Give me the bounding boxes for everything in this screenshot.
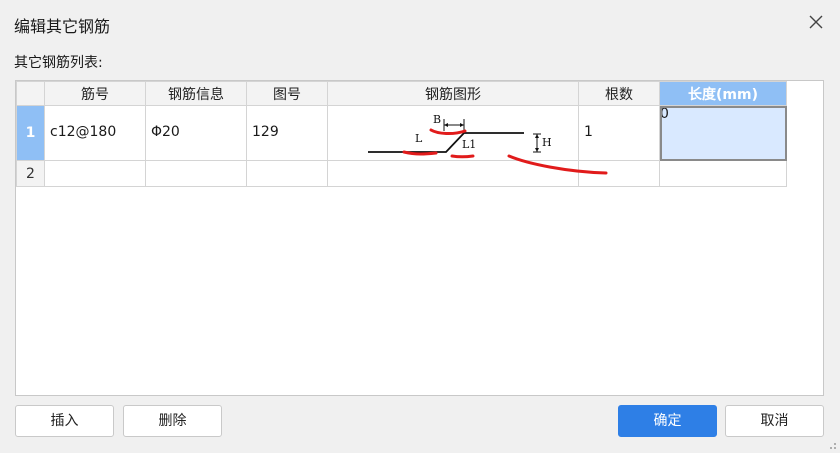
close-icon[interactable]	[808, 14, 824, 30]
table-row: 1 c12@180 Φ20 129 B L L1 H 1 0	[16, 105, 787, 175]
cell-length[interactable]	[659, 160, 787, 187]
resize-grip-icon[interactable]	[827, 440, 837, 450]
rebar-shape-diagram: B L L1 H	[368, 113, 608, 175]
label-h: H	[542, 136, 552, 149]
cell-tuhao[interactable]	[246, 160, 328, 187]
rebar-table: 筋号 钢筋信息 图号 钢筋图形 根数 长度(mm) 1 c12@180 Φ20 …	[16, 81, 787, 187]
table-header: 筋号 钢筋信息 图号 钢筋图形 根数 长度(mm)	[16, 81, 787, 106]
dialog-title: 编辑其它钢筋	[14, 17, 111, 36]
list-label: 其它钢筋列表:	[14, 55, 103, 71]
delete-button[interactable]: 删除	[123, 405, 222, 437]
ok-button[interactable]: 确定	[618, 405, 717, 437]
cell-shape[interactable]: B L L1 H	[327, 105, 608, 175]
col-header-length[interactable]: 长度(mm)	[659, 81, 787, 106]
red-mark-l1	[450, 154, 475, 159]
cell-length[interactable]: 0	[659, 105, 787, 161]
cell-count[interactable]: 1	[578, 105, 660, 161]
rebar-grid: 筋号 钢筋信息 图号 钢筋图形 根数 长度(mm) 1 c12@180 Φ20 …	[15, 80, 824, 396]
table-row: 2	[16, 160, 787, 187]
red-mark-l	[402, 150, 438, 156]
cell-info[interactable]	[145, 160, 247, 187]
cell-info[interactable]: Φ20	[145, 105, 247, 161]
insert-button[interactable]: 插入	[15, 405, 114, 437]
cell-tuhao[interactable]: 129	[246, 105, 328, 161]
col-header-shape[interactable]: 钢筋图形	[327, 81, 579, 106]
col-header-info[interactable]: 钢筋信息	[145, 81, 247, 106]
label-l: L	[415, 132, 423, 145]
label-b: B	[433, 113, 441, 126]
header-corner[interactable]	[16, 81, 45, 106]
cancel-button[interactable]: 取消	[725, 405, 824, 437]
cell-jinhao[interactable]: c12@180	[44, 105, 146, 161]
col-header-tuhao[interactable]: 图号	[246, 81, 328, 106]
cell-jinhao[interactable]	[44, 160, 146, 187]
col-header-jinhao[interactable]: 筋号	[44, 81, 146, 106]
edit-other-rebar-dialog: 编辑其它钢筋 其它钢筋列表: 筋号 钢筋信息 图号 钢筋图形 根数 长度(mm)…	[0, 0, 840, 453]
label-l1: L1	[462, 138, 476, 151]
red-mark-b	[429, 128, 467, 135]
row-number[interactable]: 2	[16, 160, 45, 187]
row-number[interactable]: 1	[16, 105, 45, 161]
col-header-count[interactable]: 根数	[578, 81, 660, 106]
